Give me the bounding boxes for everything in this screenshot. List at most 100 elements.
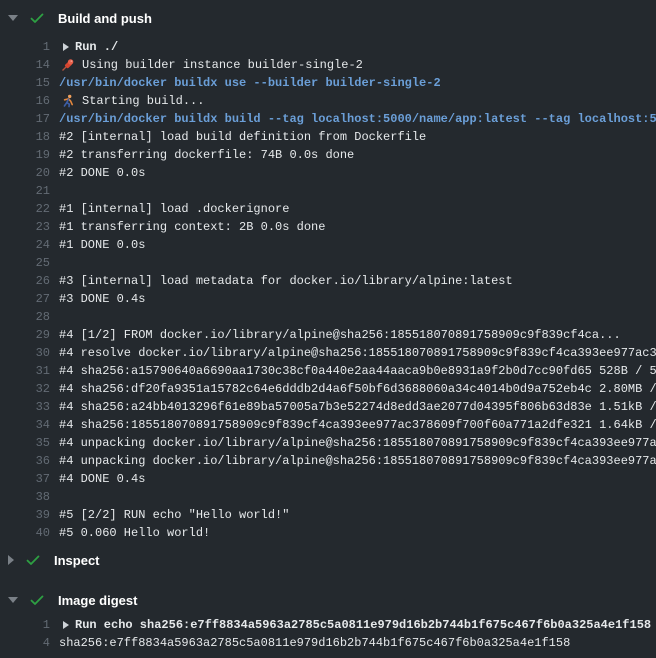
line-number[interactable]: 39	[0, 508, 50, 522]
line-number[interactable]: 18	[0, 130, 50, 144]
log-lines: 1 Run echo sha256:e7ff8834a5963a2785c5a08…	[0, 616, 656, 652]
line-number[interactable]: 17	[0, 112, 50, 126]
log-text: #1 [internal] load .dockerignore	[59, 202, 289, 216]
line-number[interactable]: 36	[0, 454, 50, 468]
line-number[interactable]: 40	[0, 526, 50, 540]
log-content: #5 0.060 Hello world!	[59, 526, 656, 540]
log-line: 31 #4 sha256:a15790640a6690aa1730c38cf0a4…	[0, 362, 656, 380]
log-text: #4 sha256:a24bb4013296f61e89ba57005a7b3e…	[59, 400, 656, 414]
line-number[interactable]: 1	[0, 40, 50, 54]
runner-icon	[61, 94, 75, 108]
log-text: #4 sha256:df20fa9351a15782c64e6dddb2d4a6…	[59, 382, 656, 396]
log-content: Run echo sha256:e7ff8834a5963a2785c5a081…	[59, 618, 656, 632]
actions-log-viewer: Build and push1Run ./14Using builder ins…	[0, 4, 656, 652]
section-header-image-digest[interactable]: Image digest	[0, 586, 656, 614]
log-text: #4 resolve docker.io/library/alpine@sha2…	[59, 346, 656, 360]
line-number[interactable]: 26	[0, 274, 50, 288]
line-number[interactable]: 14	[0, 58, 50, 72]
log-content: #4 sha256:a15790640a6690aa1730c38cf0a440…	[59, 364, 656, 378]
log-text: /usr/bin/docker buildx build --tag local…	[59, 112, 656, 126]
log-text: /usr/bin/docker buildx use --builder bui…	[59, 76, 441, 90]
section-header-inspect[interactable]: Inspect	[0, 546, 656, 574]
line-number[interactable]: 21	[0, 184, 50, 198]
log-line: 14 Using builder instance builder-single-…	[0, 56, 656, 74]
log-content: #3 DONE 0.4s	[59, 292, 656, 306]
log-line: 29 #4 [1/2] FROM docker.io/library/alpine…	[0, 326, 656, 344]
line-number[interactable]: 20	[0, 166, 50, 180]
check-success-icon	[29, 10, 45, 26]
log-text: #1 transferring context: 2B 0.0s done	[59, 220, 325, 234]
log-content: #4 sha256:a24bb4013296f61e89ba57005a7b3e…	[59, 400, 656, 414]
log-text: #3 [internal] load metadata for docker.i…	[59, 274, 513, 288]
line-number[interactable]: 29	[0, 328, 50, 342]
line-number[interactable]: 33	[0, 400, 50, 414]
log-line: 21	[0, 182, 656, 200]
log-text: #1 DONE 0.0s	[59, 238, 145, 252]
log-text: #2 [internal] load build definition from…	[59, 130, 426, 144]
log-line: 4sha256:e7ff8834a5963a2785c5a0811e979d16…	[0, 634, 656, 652]
line-number[interactable]: 35	[0, 436, 50, 450]
log-content: /usr/bin/docker buildx use --builder bui…	[59, 76, 656, 90]
log-content: Starting build...	[59, 94, 656, 108]
log-text: #4 sha256:a15790640a6690aa1730c38cf0a440…	[59, 364, 656, 378]
line-number[interactable]: 27	[0, 292, 50, 306]
log-line: 28	[0, 308, 656, 326]
log-line: 22 #1 [internal] load .dockerignore	[0, 200, 656, 218]
log-text: Run echo sha256:e7ff8834a5963a2785c5a081…	[75, 618, 651, 632]
log-line: 24 #1 DONE 0.0s	[0, 236, 656, 254]
log-content: #4 resolve docker.io/library/alpine@sha2…	[59, 346, 656, 360]
log-text: #4 unpacking docker.io/library/alpine@sh…	[59, 454, 656, 468]
log-line: 30 #4 resolve docker.io/library/alpine@sh…	[0, 344, 656, 362]
expand-run-icon[interactable]	[63, 621, 69, 629]
log-line: 1 Run echo sha256:e7ff8834a5963a2785c5a08…	[0, 616, 656, 634]
log-text: #5 0.060 Hello world!	[59, 526, 210, 540]
log-content: /usr/bin/docker buildx build --tag local…	[59, 112, 656, 126]
log-section-inspect: Inspect	[0, 546, 656, 574]
line-number[interactable]: 25	[0, 256, 50, 270]
log-line: 23 #1 transferring context: 2B 0.0s done	[0, 218, 656, 236]
log-content: Using builder instance builder-single-2	[59, 58, 656, 72]
chevron-down-icon[interactable]	[8, 597, 18, 603]
log-text: #4 [1/2] FROM docker.io/library/alpine@s…	[59, 328, 621, 342]
log-content: #1 [internal] load .dockerignore	[59, 202, 656, 216]
line-number[interactable]: 32	[0, 382, 50, 396]
section-header-build-and-push[interactable]: Build and push	[0, 4, 656, 32]
check-success-icon	[29, 592, 45, 608]
line-number[interactable]: 1	[0, 618, 50, 632]
line-number[interactable]: 31	[0, 364, 50, 378]
chevron-down-icon[interactable]	[8, 15, 18, 21]
log-content: #2 [internal] load build definition from…	[59, 130, 656, 144]
log-content: #1 transferring context: 2B 0.0s done	[59, 220, 656, 234]
expand-run-icon[interactable]	[63, 43, 69, 51]
log-line: 1 Run ./	[0, 38, 656, 56]
line-number[interactable]: 16	[0, 94, 50, 108]
log-text: #4 sha256:185518070891758909c9f839cf4ca3…	[59, 418, 656, 432]
log-content: #2 transferring dockerfile: 74B 0.0s don…	[59, 148, 656, 162]
log-line: 36 #4 unpacking docker.io/library/alpine@…	[0, 452, 656, 470]
log-line: 25	[0, 254, 656, 272]
line-number[interactable]: 34	[0, 418, 50, 432]
log-content: Run ./	[59, 40, 656, 54]
log-content: #4 unpacking docker.io/library/alpine@sh…	[59, 436, 656, 450]
log-line: 17/usr/bin/docker buildx build --tag loc…	[0, 110, 656, 128]
line-number[interactable]: 28	[0, 310, 50, 324]
section-title: Inspect	[54, 553, 100, 568]
line-number[interactable]: 24	[0, 238, 50, 252]
line-number[interactable]: 19	[0, 148, 50, 162]
log-text: #2 transferring dockerfile: 74B 0.0s don…	[59, 148, 354, 162]
log-line: 20#2 DONE 0.0s	[0, 164, 656, 182]
line-number[interactable]: 15	[0, 76, 50, 90]
line-number[interactable]: 22	[0, 202, 50, 216]
line-number[interactable]: 38	[0, 490, 50, 504]
line-number[interactable]: 23	[0, 220, 50, 234]
chevron-right-icon[interactable]	[8, 555, 14, 565]
line-number[interactable]: 4	[0, 636, 50, 650]
log-section-build-and-push: Build and push 1 Run ./ 14 Using builder ins…	[0, 4, 656, 542]
log-content: #4 sha256:df20fa9351a15782c64e6dddb2d4a6…	[59, 382, 656, 396]
log-text: #5 [2/2] RUN echo "Hello world!"	[59, 508, 289, 522]
line-number[interactable]: 30	[0, 346, 50, 360]
log-content: #4 sha256:185518070891758909c9f839cf4ca3…	[59, 418, 656, 432]
line-number[interactable]: 37	[0, 472, 50, 486]
log-content: #4 DONE 0.4s	[59, 472, 656, 486]
log-text: Starting build...	[82, 94, 204, 108]
